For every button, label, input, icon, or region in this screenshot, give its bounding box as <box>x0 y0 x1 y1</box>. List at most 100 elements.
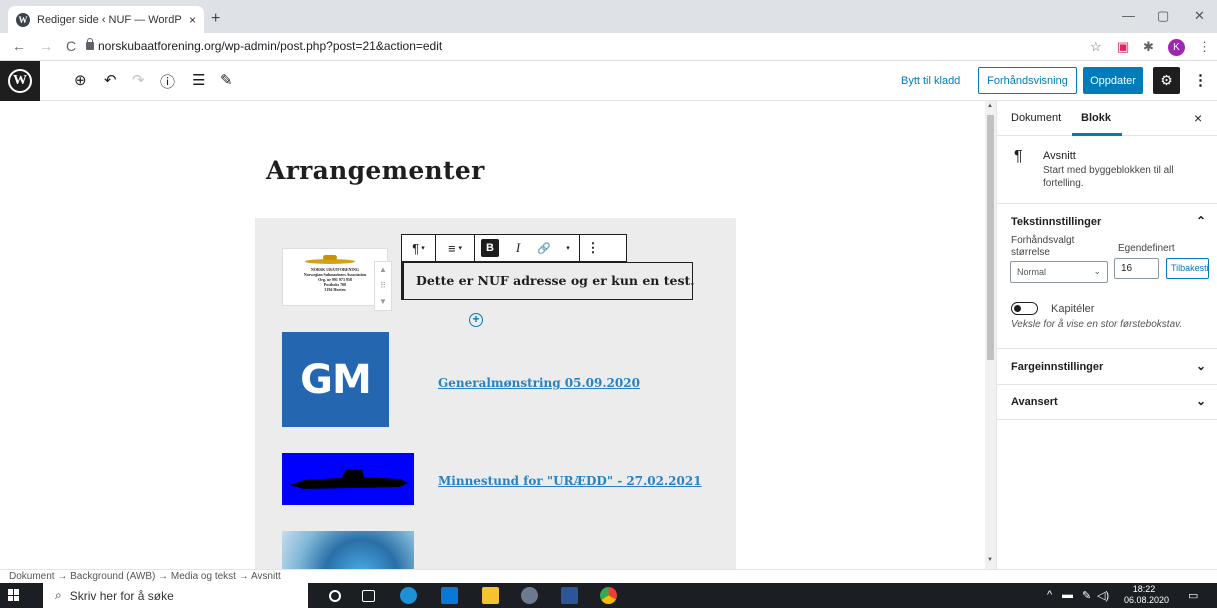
taskbar-search[interactable]: ⌕ Skriv her for å søke <box>43 583 308 608</box>
volume-icon[interactable]: ◁) <box>1097 589 1109 602</box>
tools-pencil-icon[interactable]: ✎ <box>220 71 233 89</box>
panel-title: Fargeinnstillinger <box>1011 361 1104 373</box>
pen-icon[interactable]: ✎ <box>1082 589 1091 602</box>
update-button[interactable]: Oppdater <box>1083 67 1143 94</box>
move-down-icon[interactable]: ▼ <box>375 294 391 310</box>
bookmark-star-icon[interactable]: ☆ <box>1090 39 1102 55</box>
drag-handle-icon[interactable]: ⠿ <box>375 278 391 294</box>
reset-button[interactable]: Tilbakestill <box>1166 258 1209 279</box>
redo-icon[interactable]: ↷ <box>132 71 145 89</box>
add-block-icon[interactable]: ⊕ <box>74 71 87 89</box>
pocket-icon[interactable]: ▣ <box>1117 39 1129 55</box>
canvas-scrollbar[interactable]: ▲ ▼ <box>985 101 996 569</box>
chevron-down-icon: ⌄ <box>1195 394 1206 408</box>
tab-document[interactable]: Dokument <box>1011 112 1061 124</box>
move-up-icon[interactable]: ▲ <box>375 262 391 278</box>
block-toolbar: ¶ ▾ ≡ ▾ B I 🔗 ▾ ⋮ <box>401 234 627 262</box>
network-icon[interactable]: ▬ <box>1062 589 1073 601</box>
scrollbar-thumb[interactable] <box>987 115 994 360</box>
notifications-icon[interactable]: ▭ <box>1188 589 1198 602</box>
task-view-icon[interactable] <box>362 590 375 602</box>
earth-image[interactable] <box>282 531 414 569</box>
align-button[interactable]: ≡ ▾ <box>436 235 474 261</box>
paint-icon[interactable] <box>521 587 538 604</box>
font-size-select-value: Normal <box>1017 267 1047 277</box>
info-icon[interactable]: ⓘ <box>160 71 175 92</box>
lock-icon <box>86 38 94 50</box>
logo-line: 3194 Horten <box>324 287 346 292</box>
event-link-generalmonstring[interactable]: Generalmønstring 05.09.2020 <box>438 376 640 390</box>
url-field[interactable]: norskubaatforening.org/wp-admin/post.php… <box>98 39 442 53</box>
profile-avatar[interactable]: K <box>1168 39 1185 56</box>
taskbar-clock[interactable]: 18:22 06.08.2020 <box>1124 584 1169 606</box>
search-placeholder: Skriv her for å søke <box>69 588 174 603</box>
block-breadcrumb[interactable]: Dokument → Background (AWB) → Media og t… <box>0 569 1217 583</box>
extensions-icon[interactable]: ✱ <box>1143 39 1154 55</box>
block-card: ¶ Avsnitt Start med byggeblokken til all… <box>997 136 1217 204</box>
reload-icon[interactable]: C <box>66 38 76 54</box>
block-inserter-icon[interactable]: + <box>469 313 483 327</box>
clock-time: 18:22 <box>1132 584 1156 594</box>
drop-cap-help: Veksle for å vise en stor førstebokstav. <box>1011 319 1183 330</box>
tab-close-icon[interactable]: × <box>189 13 196 27</box>
wordpress-favicon-icon: W <box>16 12 30 27</box>
preview-button[interactable]: Forhåndsvisning <box>978 67 1077 94</box>
block-options-icon[interactable]: ⋮ <box>580 235 606 261</box>
toggle-knob <box>1014 305 1021 312</box>
word-icon[interactable] <box>561 587 578 604</box>
paragraph-block[interactable]: Dette er NUF adresse og er kun en test. <box>401 262 695 300</box>
cortana-icon[interactable] <box>329 590 341 602</box>
outline-icon[interactable]: ☰ <box>192 71 205 89</box>
custom-size-input[interactable]: 16 <box>1114 258 1159 279</box>
bold-button[interactable]: B <box>475 235 505 261</box>
chevron-up-icon: ⌃ <box>1195 214 1206 228</box>
paragraph-icon: ¶ <box>1014 148 1023 165</box>
minimize-icon[interactable]: — <box>1122 8 1135 23</box>
browser-menu-icon[interactable]: ⋮ <box>1198 39 1211 55</box>
search-icon: ⌕ <box>55 588 62 602</box>
tray-chevron-icon[interactable]: ^ <box>1047 589 1052 601</box>
file-explorer-icon[interactable] <box>482 587 499 604</box>
switch-to-draft-link[interactable]: Bytt til kladd <box>901 75 960 87</box>
post-title[interactable]: Arrangementer <box>266 156 485 185</box>
italic-button[interactable]: I <box>505 235 531 261</box>
editor-header: W ⊕ ↶ ↷ ⓘ ☰ ✎ Bytt til kladd Forhåndsvis… <box>0 61 1217 101</box>
advanced-toggle[interactable]: Avansert ⌄ <box>997 384 1217 420</box>
caret-down-icon: ▾ <box>458 245 463 252</box>
more-options-icon[interactable]: ⋮ <box>1193 71 1208 89</box>
sidebar-close-icon[interactable]: × <box>1194 110 1202 126</box>
windows-start-icon[interactable] <box>8 589 20 601</box>
window-close-icon[interactable]: ✕ <box>1194 8 1205 24</box>
font-size-select[interactable]: Normal ⌄ <box>1010 261 1108 283</box>
chrome-icon[interactable] <box>600 587 617 604</box>
gm-image[interactable]: GM <box>282 332 389 427</box>
back-icon[interactable]: ← <box>12 38 26 54</box>
new-tab-button[interactable]: + <box>211 10 220 28</box>
browser-tab[interactable]: W Rediger side ‹ NUF — WordPress × <box>8 6 204 33</box>
chevron-down-icon: ⌄ <box>1093 266 1101 276</box>
submarine-image[interactable] <box>282 453 414 505</box>
event-link-minnestund[interactable]: Minnestund for "URÆDD" - 27.02.2021 <box>438 474 702 488</box>
wordpress-logo-button[interactable]: W <box>0 61 40 101</box>
scroll-down-icon[interactable]: ▼ <box>987 557 993 563</box>
address-bar-row: ← → C norskubaatforening.org/wp-admin/po… <box>0 33 1217 61</box>
link-button[interactable]: 🔗 <box>531 235 557 261</box>
scroll-up-icon[interactable]: ▲ <box>987 103 993 109</box>
undo-icon[interactable]: ↶ <box>104 71 117 89</box>
tab-block[interactable]: Blokk <box>1081 112 1111 124</box>
mail-icon[interactable] <box>441 587 458 604</box>
browser-tab-strip: W Rediger side ‹ NUF — WordPress × + — ▢… <box>0 0 1217 33</box>
drop-cap-toggle[interactable] <box>1011 302 1038 315</box>
paragraph-icon: ¶ <box>412 240 420 256</box>
forward-icon[interactable]: → <box>39 38 53 54</box>
maximize-icon[interactable]: ▢ <box>1157 8 1169 24</box>
color-settings-toggle[interactable]: Fargeinnstillinger ⌄ <box>997 349 1217 385</box>
block-description: Start med byggeblokken til all fortellin… <box>1043 165 1174 189</box>
nuf-logo-image[interactable]: NORSK UBÅTFORENING Norwegian Submariners… <box>282 248 388 306</box>
block-name: Avsnitt <box>1043 150 1076 162</box>
more-rich-text-caret[interactable]: ▾ <box>557 235 579 261</box>
edge-icon[interactable] <box>400 587 417 604</box>
submarine-silhouette <box>290 469 408 489</box>
settings-gear-icon[interactable]: ⚙ <box>1153 67 1180 94</box>
block-type-switcher[interactable]: ¶ ▾ <box>402 235 435 261</box>
